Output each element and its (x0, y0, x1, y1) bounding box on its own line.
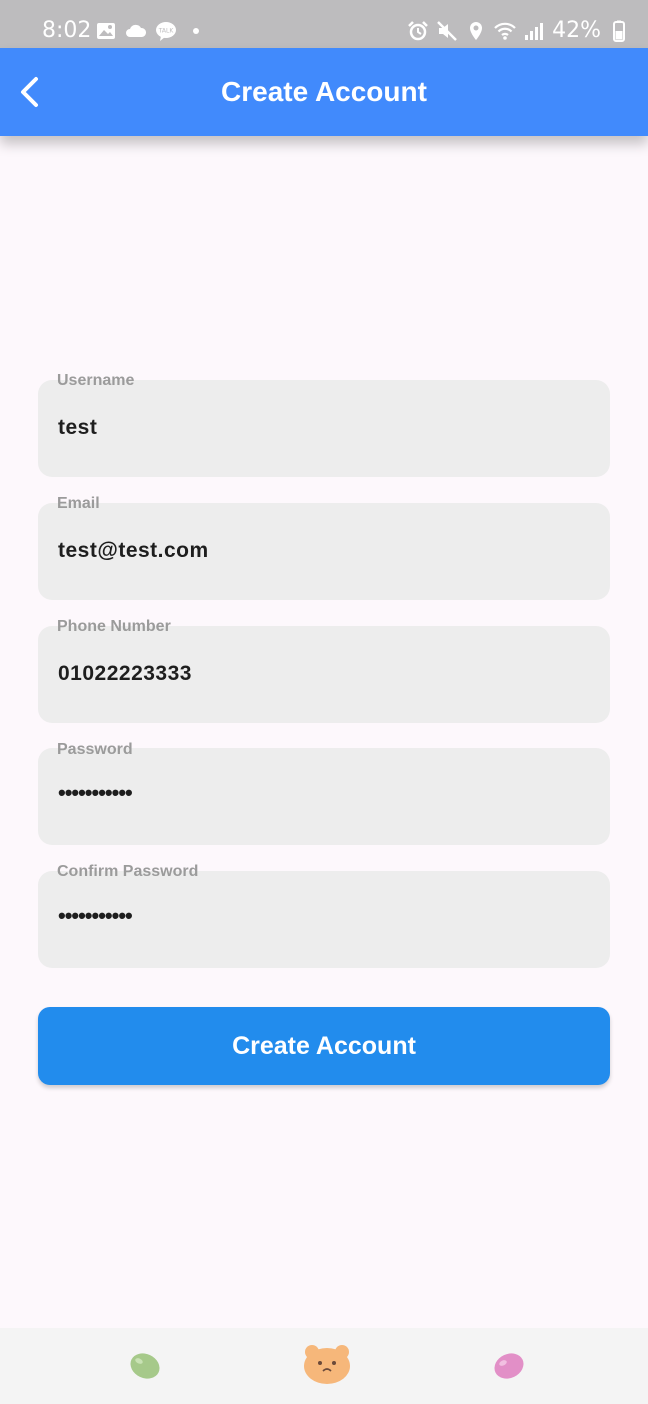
password-value[interactable]: ••••••••••• (58, 780, 133, 806)
email-label: Email (57, 495, 100, 512)
bear-face-icon (304, 1345, 350, 1384)
status-left-icons: TALK (95, 20, 207, 42)
mute-icon (437, 20, 457, 41)
password-field[interactable]: ••••••••••• (38, 748, 610, 845)
status-right-icons: 42% (407, 18, 630, 43)
nav-item-green[interactable] (126, 1346, 164, 1389)
create-account-button[interactable]: Create Account (38, 1007, 610, 1085)
username-value[interactable]: test (58, 416, 97, 440)
phone-number-value[interactable]: 01022223333 (58, 662, 192, 686)
email-value[interactable]: test@test.com (58, 539, 209, 563)
confirm-password-value[interactable]: ••••••••••• (58, 903, 133, 929)
username-field[interactable]: test (38, 380, 610, 477)
svg-text:TALK: TALK (158, 28, 175, 35)
wifi-icon (494, 22, 516, 40)
phone-number-field[interactable]: 01022223333 (38, 626, 610, 723)
cloud-icon (126, 24, 147, 37)
app-bar: Create Account (0, 48, 648, 136)
talk-icon: TALK (156, 22, 176, 41)
phone-number-label: Phone Number (57, 618, 171, 635)
gallery-icon (97, 23, 115, 39)
green-jellybean-icon (130, 1353, 160, 1379)
username-label: Username (57, 372, 135, 389)
page-title: Create Account (221, 76, 427, 107)
status-bar: 8:02 TALK 42% (0, 0, 648, 48)
confirm-password-field[interactable]: ••••••••••• (38, 871, 610, 968)
battery-percent: 42% (552, 18, 601, 43)
status-time: 8:02 (42, 18, 92, 43)
battery-icon (613, 20, 625, 42)
password-label: Password (57, 741, 133, 758)
signal-icon (525, 22, 544, 40)
dot-icon (193, 28, 199, 34)
nav-item-pink[interactable] (490, 1346, 528, 1389)
confirm-password-label: Confirm Password (57, 863, 199, 880)
email-field[interactable]: test@test.com (38, 503, 610, 600)
pink-jellybean-icon (494, 1353, 524, 1379)
alarm-icon (408, 20, 428, 40)
bottom-nav (0, 1328, 648, 1404)
location-icon (470, 21, 483, 40)
nav-item-bear[interactable] (302, 1342, 352, 1391)
